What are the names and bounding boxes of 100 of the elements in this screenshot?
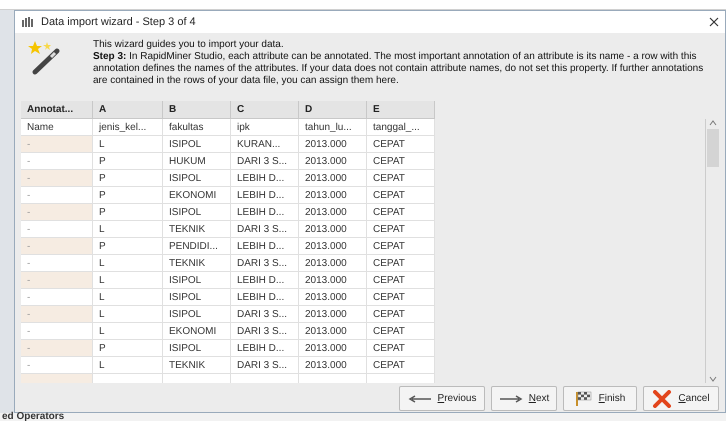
table-cell: P xyxy=(93,170,163,187)
cancel-icon xyxy=(652,390,672,408)
annotation-cell[interactable]: - xyxy=(21,340,93,357)
table-cell: P xyxy=(93,238,163,255)
table-cell: P xyxy=(93,187,163,204)
table-cell: CEPAT xyxy=(367,289,435,306)
table-cell: TEKNIK xyxy=(163,357,231,374)
table-cell: PENDIDI... xyxy=(163,238,231,255)
finish-button[interactable]: Finish xyxy=(563,386,637,411)
scroll-up-icon[interactable] xyxy=(708,119,716,127)
annotation-cell[interactable]: - xyxy=(21,289,93,306)
next-button[interactable]: Next xyxy=(491,386,557,411)
table-cell: TEKNIK xyxy=(163,221,231,238)
scroll-down-icon[interactable] xyxy=(708,375,716,383)
table-cell: 2013.000 xyxy=(299,204,367,221)
annotation-cell[interactable]: - xyxy=(21,170,93,187)
table-cell: ISIPOL xyxy=(163,136,231,153)
table-cell: LEBIH D... xyxy=(231,204,299,221)
table-cell: HUKUM xyxy=(163,153,231,170)
table-cell: L xyxy=(93,221,163,238)
table-cell: P xyxy=(93,340,163,357)
table-cell: L xyxy=(93,357,163,374)
table-cell: CEPAT xyxy=(367,221,435,238)
table-cell: L xyxy=(93,255,163,272)
table-cell: 2013.000 xyxy=(299,340,367,357)
table-cell: CEPAT xyxy=(367,357,435,374)
table-cell: L xyxy=(93,272,163,289)
annotation-cell[interactable]: - xyxy=(21,238,93,255)
annotation-cell[interactable]: - xyxy=(21,153,93,170)
table-cell: LEBIH D... xyxy=(231,340,299,357)
table-cell: LEBIH D... xyxy=(231,289,299,306)
table-cell: ISIPOL xyxy=(163,340,231,357)
table-cell: DARI 3 S... xyxy=(231,357,299,374)
table-cell: 2013.000 xyxy=(299,136,367,153)
table-cell: 2013.000 xyxy=(299,289,367,306)
table-cell: tanggal_... xyxy=(367,119,435,136)
table-cell: ISIPOL xyxy=(163,204,231,221)
annotation-cell[interactable]: - xyxy=(21,187,93,204)
table-cell: LEBIH D... xyxy=(231,272,299,289)
annotation-cell[interactable]: - xyxy=(21,357,93,374)
table-cell: CEPAT xyxy=(367,136,435,153)
table-cell: tahun_lu... xyxy=(299,119,367,136)
table-cell: CEPAT xyxy=(367,323,435,340)
table-cell: DARI 3 S... xyxy=(231,153,299,170)
table-cell: L xyxy=(93,306,163,323)
table-cell: DARI 3 S... xyxy=(231,221,299,238)
table-cell: CEPAT xyxy=(367,238,435,255)
table-cell: fakultas xyxy=(163,119,231,136)
table-cell: L xyxy=(93,289,163,306)
table-cell: CEPAT xyxy=(367,187,435,204)
table-cell: ISIPOL xyxy=(163,289,231,306)
annotation-cell[interactable]: - xyxy=(21,221,93,238)
panel-label: ed Operators xyxy=(1,413,64,421)
annotation-cell[interactable]: - xyxy=(21,204,93,221)
table-cell: ISIPOL xyxy=(163,306,231,323)
table-cell: 2013.000 xyxy=(299,357,367,374)
table-cell: CEPAT xyxy=(367,272,435,289)
table-cell: CEPAT xyxy=(367,340,435,357)
table-cell: 2013.000 xyxy=(299,170,367,187)
table-cell: L xyxy=(93,323,163,340)
table-cell: TEKNIK xyxy=(163,255,231,272)
table-cell: jenis_kel... xyxy=(93,119,163,136)
table-cell: P xyxy=(93,204,163,221)
table-cell: CEPAT xyxy=(367,204,435,221)
table-cell: ISIPOL xyxy=(163,272,231,289)
table-cell: KURAN... xyxy=(231,136,299,153)
table-cell: 2013.000 xyxy=(299,306,367,323)
previous-button[interactable]: Previous xyxy=(399,386,485,411)
annotation-cell[interactable]: - xyxy=(21,306,93,323)
table-cell: LEBIH D... xyxy=(231,187,299,204)
annotation-cell[interactable]: Name xyxy=(21,119,93,136)
app-icon xyxy=(21,16,35,28)
table-cell: CEPAT xyxy=(367,306,435,323)
cancel-button[interactable]: Cancel xyxy=(643,386,719,411)
table-cell: EKONOMI xyxy=(163,187,231,204)
annotation-cell[interactable]: - xyxy=(21,136,93,153)
table-cell: LEBIH D... xyxy=(231,238,299,255)
table-cell: 2013.000 xyxy=(299,221,367,238)
table-cell: L xyxy=(93,136,163,153)
table-cell: CEPAT xyxy=(367,170,435,187)
table-cell: DARI 3 S... xyxy=(231,323,299,340)
table-cell: ipk xyxy=(231,119,299,136)
table-cell: DARI 3 S... xyxy=(231,255,299,272)
annotation-cell[interactable]: - xyxy=(21,272,93,289)
table-cell: LEBIH D... xyxy=(231,170,299,187)
table-cell: DARI 3 S... xyxy=(231,306,299,323)
annotation-cell[interactable]: - xyxy=(21,323,93,340)
step-description: Step 3: In RapidMiner Studio, each attribute can be annotated. The most important annotation of an attribute is its name - a row with this annotation defines the names of the attributes. If your data does not contain attribute names, do not set this property. If further annotations are contained in the rows of your data file, you can assign them here. xyxy=(93,51,704,87)
table-cell: CEPAT xyxy=(367,255,435,272)
close-icon[interactable] xyxy=(709,17,719,27)
table-cell: 2013.000 xyxy=(299,187,367,204)
checkered-flag-icon xyxy=(574,390,593,406)
table-cell: ISIPOL xyxy=(163,170,231,187)
table-cell: EKONOMI xyxy=(163,323,231,340)
annotation-cell[interactable]: - xyxy=(21,255,93,272)
scroll-thumb[interactable] xyxy=(706,129,718,167)
table-cell: CEPAT xyxy=(367,153,435,170)
window-title: Data import wizard - Step 3 of 4 xyxy=(41,14,196,30)
intro-text: This wizard guides you to import your data. xyxy=(93,39,285,51)
left-arrow-icon xyxy=(408,394,432,402)
